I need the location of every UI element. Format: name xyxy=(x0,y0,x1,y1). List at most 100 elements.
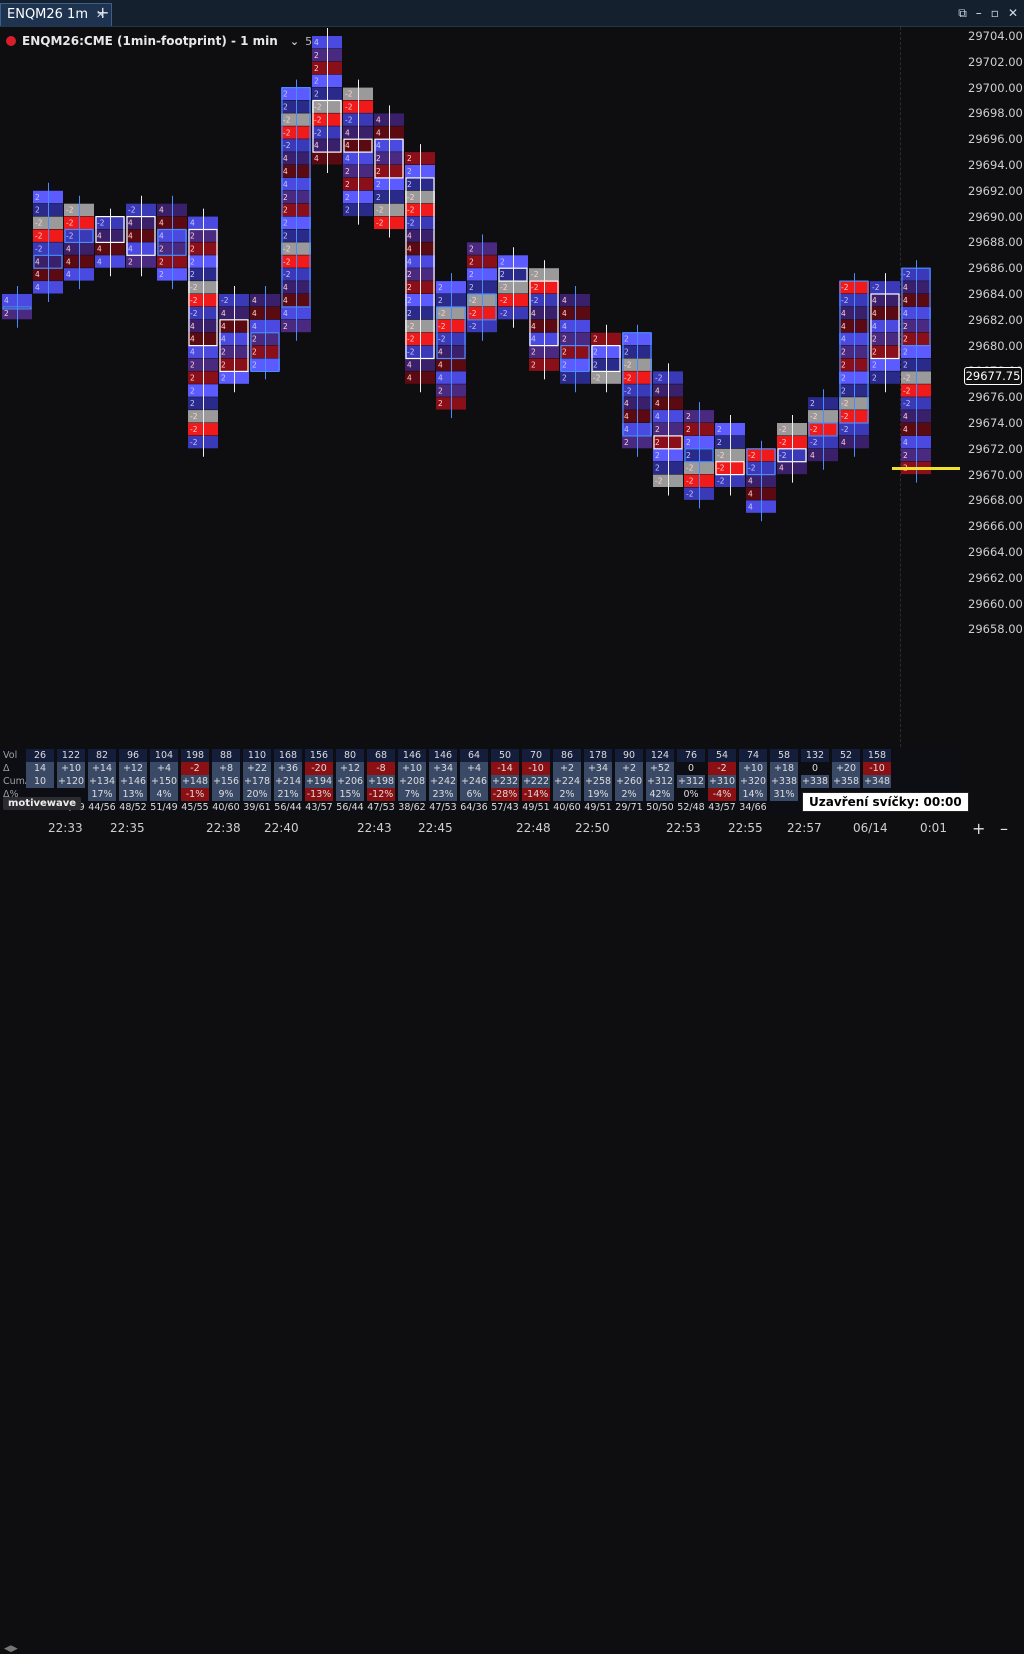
stats-cell: 7% xyxy=(398,788,426,801)
chevron-down-icon[interactable]: ⌄ xyxy=(290,35,299,48)
stats-cell: 14 xyxy=(26,762,54,775)
time-tick-label: 22:55 xyxy=(728,821,763,835)
stats-cell: -28% xyxy=(491,788,519,801)
footprint-bar[interactable]: -2 -2 -2 4 4 4 2 2 2 2 xyxy=(343,79,373,225)
footprint-cell-text: 2 xyxy=(345,167,350,176)
time-tick-label: 22:57 xyxy=(787,821,822,835)
stats-cell: 44/56 xyxy=(88,801,116,814)
footprint-cell-text: 2 xyxy=(190,386,195,395)
time-axis[interactable]: ◀▶ 22:33 22:35 22:38 22:40 22:43 22:45 22:48 22… xyxy=(0,816,1024,1654)
footprint-cell-text: 4 xyxy=(35,270,40,279)
footprint-cell-text: -2 xyxy=(748,464,756,473)
detach-icon[interactable]: ⧉ xyxy=(958,6,967,21)
stats-cell: -10 xyxy=(863,762,891,775)
footprint-bar[interactable]: -2 4 4 4 2 2 2 xyxy=(219,286,249,393)
footprint-bar[interactable]: 2 -2 -2 -2 4 xyxy=(808,389,838,470)
footprint-cell-text: -2 xyxy=(407,348,415,357)
stats-cell: +150 xyxy=(150,775,178,788)
footprint-cell-text: 2 xyxy=(407,309,412,318)
footprint-bar[interactable]: 2 2 2 2 -2 -2 -2 xyxy=(684,402,714,509)
footprint-cell-text: 2 xyxy=(283,193,288,202)
footprint-bar[interactable]: 2 2 -2 -2 -2 4 4 4 2 xyxy=(622,324,652,457)
footprint-bar[interactable]: -2 -2 -2 4 xyxy=(777,415,807,483)
footprint-cell-text: 2 xyxy=(190,270,195,279)
footprint-cell-text: -2 xyxy=(376,219,384,228)
footprint-cell-text: 4 xyxy=(748,490,753,499)
stats-cell: 49/51 xyxy=(584,801,612,814)
footprint-bar[interactable]: -2 -2 -2 4 4 4 xyxy=(64,195,94,290)
footprint-bar[interactable]: -2 4 4 4 xyxy=(95,208,125,277)
footprint-cell-text: 4 xyxy=(345,128,350,137)
candle-close-timer: Uzavření svíčky: 00:00 xyxy=(802,792,969,812)
footprint-bar[interactable]: 2 2 -2 -2 -2 4 4 4 2 2 2 2 -2 -2 -2 4 4 4 2 xyxy=(281,79,311,341)
bar-countdown: 0:01 xyxy=(920,821,947,835)
footprint-bar[interactable]: 2 2 -2 -2 -2 4 4 4 2 2 xyxy=(436,273,466,419)
footprint-bar[interactable]: 2 2 -2 -2 -2 xyxy=(498,247,528,328)
time-tick-label: 22:43 xyxy=(357,821,392,835)
footprint-bar[interactable]: -2 -2 4 4 4 2 2 2 2 -2 -2 -2 4 xyxy=(839,273,869,457)
footprint-cell-text: 4 xyxy=(624,399,629,408)
stats-row-label: Vol xyxy=(3,750,18,761)
stats-cell: -2 xyxy=(708,762,736,775)
instrument-label[interactable]: ENQM26:CME (1min-footprint) - 1 min ⌄ 5 xyxy=(6,34,312,48)
scroll-arrows-icon[interactable]: ◀▶ xyxy=(4,1644,18,1654)
price-tick-label: 29682.00 xyxy=(968,312,1023,327)
footprint-bar[interactable]: 4 4 4 2 2 2 2 -2 -2 xyxy=(374,105,404,238)
footprint-bar[interactable]: 2 2 -2 -2 -2 4 4 4 xyxy=(33,182,63,302)
stats-cell: 96 xyxy=(119,749,147,762)
time-tick-label: 22:35 xyxy=(110,821,145,835)
footprint-bar[interactable]: 4 4 4 2 2 2 2 xyxy=(560,286,590,393)
minimize-icon[interactable]: – xyxy=(976,6,982,21)
price-tick-label: 29670.00 xyxy=(968,467,1023,482)
footprint-bar[interactable]: 2 2 2 -2 xyxy=(591,324,621,393)
footprint-cell-text: 2 xyxy=(686,451,691,460)
stats-cell: 43/57 xyxy=(305,801,333,814)
footprint-cell-text: -2 xyxy=(66,206,74,215)
zoom-in-button[interactable]: + xyxy=(972,819,985,838)
footprint-bar[interactable]: 42 xyxy=(2,286,32,328)
stats-cell: +224 xyxy=(553,775,581,788)
footprint-cell-text: 4 xyxy=(531,309,536,318)
footprint-cell-text: 4 xyxy=(159,206,164,215)
footprint-cell-text: -2 xyxy=(407,322,415,331)
footprint-bar[interactable]: -2 4 4 4 2 2 2 2 xyxy=(870,273,900,393)
new-tab-button[interactable]: + xyxy=(96,4,109,22)
footprint-chart[interactable]: 4222-2-2-2444-2-2-2444-2444-244424442224… xyxy=(0,27,960,747)
footprint-bar[interactable]: 4 4 4 2 2 2 xyxy=(157,195,187,290)
footprint-cell-text: -2 xyxy=(841,296,849,305)
stats-cell: 17% xyxy=(88,788,116,801)
price-tick-label: 29680.00 xyxy=(968,338,1023,353)
footprint-bar[interactable]: -2 -2 -2 4 4 4 2 2 xyxy=(529,260,559,380)
stats-cell: 86 xyxy=(553,749,581,762)
footprint-bar[interactable]: -2 4 4 4 2 xyxy=(126,195,156,277)
footprint-bar[interactable]: -2 -2 4 4 4 xyxy=(746,440,776,522)
stats-cell: -2 xyxy=(181,762,209,775)
footprint-bar[interactable]: 2 2 -2 -2 -2 xyxy=(715,415,745,496)
footprint-bar[interactable]: -2 4 4 4 2 2 2 2 -2 xyxy=(653,363,683,496)
footprint-cell-text: 2 xyxy=(35,206,40,215)
footprint-cell-text: 2 xyxy=(283,103,288,112)
footprint-cell-text: -2 xyxy=(190,296,198,305)
footprint-bar[interactable]: -24442222-2-2-244422 xyxy=(901,260,931,483)
footprint-bar[interactable]: 2 2 2 2 -2 -2 -2 xyxy=(467,234,497,341)
zoom-out-button[interactable]: – xyxy=(1000,819,1008,838)
study-count: 5 xyxy=(305,34,313,48)
footprint-cell-text: 4 xyxy=(903,425,908,434)
stats-cell: 6% xyxy=(460,788,488,801)
close-icon[interactable]: ✕ xyxy=(1008,6,1018,21)
maximize-icon[interactable]: ▫ xyxy=(991,6,999,21)
price-axis[interactable]: 29704.00 29702.00 29700.00 29698.00 29696.00… xyxy=(960,27,1024,817)
stats-cell: -8 xyxy=(367,762,395,775)
footprint-bar[interactable]: 4 4 4 2 2 2 xyxy=(250,286,280,380)
stats-cell: +258 xyxy=(584,775,612,788)
stats-cell: 19% xyxy=(584,788,612,801)
footprint-bar[interactable]: 4 2 2 2 2 -2 -2 -2 4 4 4 2 2 2 2 -2 -2 -2 xyxy=(188,208,218,457)
footprint-bar[interactable]: 4 2 2 2 2 -2 -2 -2 4 4 xyxy=(312,28,342,173)
footprint-cell-text: 4 xyxy=(407,257,412,266)
footprint-cell-text: -2 xyxy=(66,232,74,241)
stats-cell: +4 xyxy=(150,762,178,775)
footprint-cell-text: 4 xyxy=(283,167,288,176)
footprint-bar[interactable]: 2 2 2 -2 -2 -2 4 4 4 2 2 2 2 -2 -2 -2 4 4 xyxy=(405,144,435,393)
stats-cell: 21% xyxy=(274,788,302,801)
footprint-cell-text: 2 xyxy=(872,361,877,370)
